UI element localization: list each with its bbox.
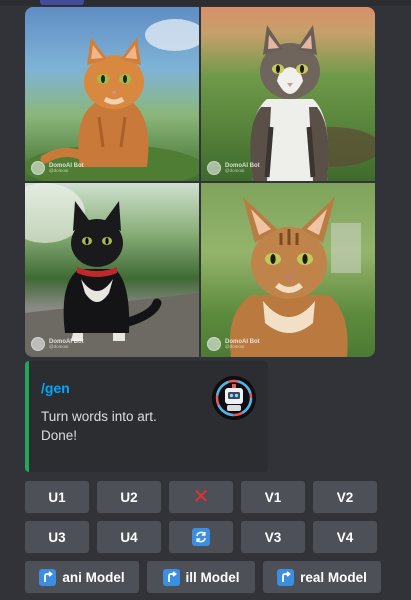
button-label: U3: [48, 529, 66, 545]
domoai-logo-icon: [207, 337, 221, 351]
button-label: real Model: [300, 569, 367, 585]
button-label: V3: [264, 529, 282, 545]
watermark-tag: @domoai: [225, 167, 245, 173]
button-label: U2: [120, 489, 138, 505]
generated-image-grid: DomoAI Bot @domoai DomoAI Bot @domoai Do…: [25, 7, 375, 357]
watermark-tag: @domoai: [49, 343, 69, 349]
button-label: V1: [264, 489, 282, 505]
robot-avatar-icon[interactable]: [212, 376, 256, 420]
delete-button[interactable]: ✕: [169, 481, 233, 513]
upscale-4-button[interactable]: U4: [97, 521, 161, 553]
upscale-3-button[interactable]: U3: [25, 521, 89, 553]
button-label: V4: [336, 529, 354, 545]
embed-title[interactable]: /gen: [41, 380, 70, 396]
variation-3-button[interactable]: V3: [241, 521, 305, 553]
button-label: V2: [336, 489, 354, 505]
embed-description-line-2: Done!: [41, 428, 78, 443]
embed-description-line-1: Turn words into art.: [41, 409, 157, 424]
image-tile-3[interactable]: DomoAI Bot @domoai: [25, 183, 199, 357]
arrow-up-right-icon: [39, 568, 57, 586]
tabby-cat-image: [229, 197, 361, 357]
image-tile-1[interactable]: DomoAI Bot @domoai: [25, 7, 199, 181]
gen-embed: /gen Turn words into art. Done!: [25, 361, 268, 472]
upscale-1-button[interactable]: U1: [25, 481, 89, 513]
refresh-icon: [192, 528, 210, 546]
watermark: DomoAI Bot @domoai: [31, 161, 84, 175]
watermark-tag: @domoai: [49, 167, 69, 173]
ani-model-button[interactable]: ani Model: [25, 561, 139, 593]
reroll-button[interactable]: [169, 521, 233, 553]
watermark: DomoAI Bot @domoai: [31, 337, 84, 351]
variation-4-button[interactable]: V4: [313, 521, 377, 553]
orange-cat-image: [25, 19, 199, 181]
black-cat-image: [25, 183, 199, 357]
image-tile-4[interactable]: DomoAI Bot @domoai: [201, 183, 375, 357]
domoai-logo-icon: [207, 161, 221, 175]
button-label: ill Model: [185, 569, 240, 585]
variation-2-button[interactable]: V2: [313, 481, 377, 513]
watermark: DomoAI Bot @domoai: [207, 337, 260, 351]
white-tabby-cat-image: [250, 25, 375, 181]
ill-model-button[interactable]: ill Model: [147, 561, 255, 593]
real-model-button[interactable]: real Model: [263, 561, 381, 593]
arrow-up-right-icon: [277, 568, 295, 586]
upscale-2-button[interactable]: U2: [97, 481, 161, 513]
cross-mark-icon: ✕: [192, 486, 210, 508]
watermark: DomoAI Bot @domoai: [207, 161, 260, 175]
button-label: ani Model: [62, 569, 125, 585]
button-label: U1: [48, 489, 66, 505]
image-tile-2[interactable]: DomoAI Bot @domoai: [201, 7, 375, 181]
mention-pill: [40, 0, 84, 5]
arrow-up-right-icon: [162, 568, 180, 586]
embed-description: Turn words into art. Done!: [41, 407, 157, 445]
button-label: U4: [120, 529, 138, 545]
watermark-tag: @domoai: [225, 343, 245, 349]
domoai-logo-icon: [31, 337, 45, 351]
domoai-logo-icon: [31, 161, 45, 175]
variation-1-button[interactable]: V1: [241, 481, 305, 513]
